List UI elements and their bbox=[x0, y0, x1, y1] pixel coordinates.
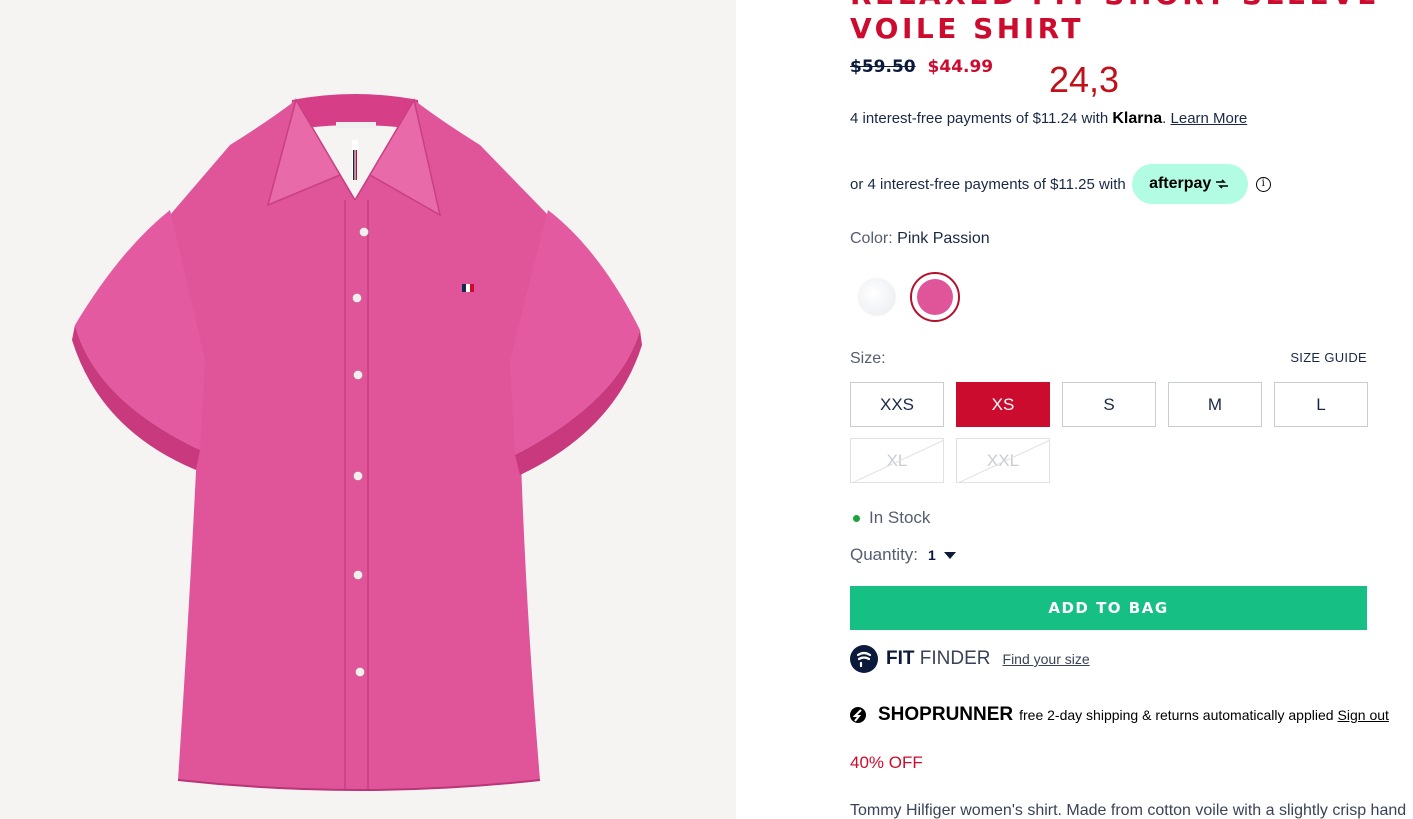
size-option-xl: XL bbox=[850, 438, 944, 483]
product-description: Tommy Hilfiger women's shirt. Made from … bbox=[850, 802, 1407, 819]
quantity-row: Quantity: 1 bbox=[850, 545, 956, 565]
original-price: $59.50 bbox=[850, 57, 916, 77]
quantity-label: Quantity: bbox=[850, 545, 919, 564]
afterpay-arrows-icon bbox=[1216, 179, 1229, 189]
klarna-learn-more-link[interactable]: Learn More bbox=[1171, 110, 1248, 127]
chevron-down-icon bbox=[943, 551, 956, 559]
afterpay-logo: afterpay bbox=[1149, 175, 1212, 192]
size-option-xxs[interactable]: XXS bbox=[850, 382, 944, 427]
sale-price: $44.99 bbox=[927, 57, 994, 77]
quantity-value: 1 bbox=[928, 547, 936, 563]
product-title-line-1: RELAXED FIT SHORT SLEEVE bbox=[850, 0, 1380, 12]
pink-swatch-dot bbox=[917, 279, 953, 315]
size-option-s[interactable]: S bbox=[1062, 382, 1156, 427]
product-title-line-2: VOILE SHIRT bbox=[850, 12, 1085, 45]
fit-finder-logo: FIT FINDER bbox=[886, 648, 991, 670]
overlay-number: 24,3 bbox=[1049, 59, 1120, 100]
klarna-logo: Klarna bbox=[1112, 110, 1163, 127]
fit-finder-light: FINDER bbox=[919, 648, 991, 669]
size-option-xxl: XXL bbox=[956, 438, 1050, 483]
add-to-bag-button[interactable]: ADD TO BAG bbox=[850, 586, 1367, 630]
shoprunner-text: free 2-day shipping & returns automatica… bbox=[1019, 707, 1334, 723]
color-swatch-white[interactable] bbox=[852, 272, 902, 322]
color-value: Pink Passion bbox=[897, 230, 990, 247]
stock-status: In Stock bbox=[850, 508, 930, 528]
afterpay-badge[interactable]: afterpay bbox=[1131, 164, 1248, 204]
fit-finder-row: FIT FINDER Find your size bbox=[850, 645, 1090, 673]
discount-label: 40% OFF bbox=[850, 753, 923, 772]
fit-finder-bold: FIT bbox=[886, 648, 915, 669]
info-icon[interactable]: i bbox=[1255, 176, 1271, 192]
size-label: Size: bbox=[850, 350, 886, 367]
quantity-select[interactable]: 1 bbox=[928, 547, 956, 563]
white-swatch-dot bbox=[859, 279, 895, 315]
in-stock-dot-icon bbox=[853, 514, 860, 522]
size-option-m[interactable]: M bbox=[1168, 382, 1262, 427]
shoprunner-row: SHOPRUNNER free 2-day shipping & returns… bbox=[850, 702, 1389, 728]
price-row: $59.50 $44.99 bbox=[850, 57, 993, 77]
find-your-size-link[interactable]: Find your size bbox=[1003, 651, 1090, 667]
afterpay-text: or 4 interest-free payments of $11.25 wi… bbox=[850, 175, 1126, 193]
fit-finder-icon bbox=[850, 645, 878, 673]
product-title: RELAXED FIT SHORT SLEEVE VOILE SHIRT bbox=[850, 0, 1380, 46]
shoprunner-icon bbox=[850, 707, 866, 723]
stock-text: In Stock bbox=[869, 508, 931, 527]
product-info-panel: RELAXED FIT SHORT SLEEVE VOILE SHIRT $59… bbox=[850, 0, 1413, 819]
product-image[interactable] bbox=[0, 0, 736, 819]
klarna-text: 4 interest-free payments of $11.24 with bbox=[850, 110, 1109, 127]
size-option-xs[interactable]: XS bbox=[956, 382, 1050, 427]
size-option-l[interactable]: L bbox=[1274, 382, 1368, 427]
size-guide-link[interactable]: SIZE GUIDE bbox=[1290, 350, 1367, 365]
pink-shirt-illustration bbox=[72, 94, 642, 791]
shoprunner-sign-out-link[interactable]: Sign out bbox=[1338, 707, 1389, 723]
afterpay-row: or 4 interest-free payments of $11.25 wi… bbox=[850, 164, 1271, 204]
color-label: Color: Pink Passion bbox=[850, 230, 990, 248]
shoprunner-logo: SHOPRUNNER bbox=[878, 704, 1014, 725]
color-label-text: Color: bbox=[850, 230, 893, 247]
color-swatch-pink-passion[interactable] bbox=[910, 272, 960, 322]
klarna-row: 4 interest-free payments of $11.24 with … bbox=[850, 110, 1248, 127]
